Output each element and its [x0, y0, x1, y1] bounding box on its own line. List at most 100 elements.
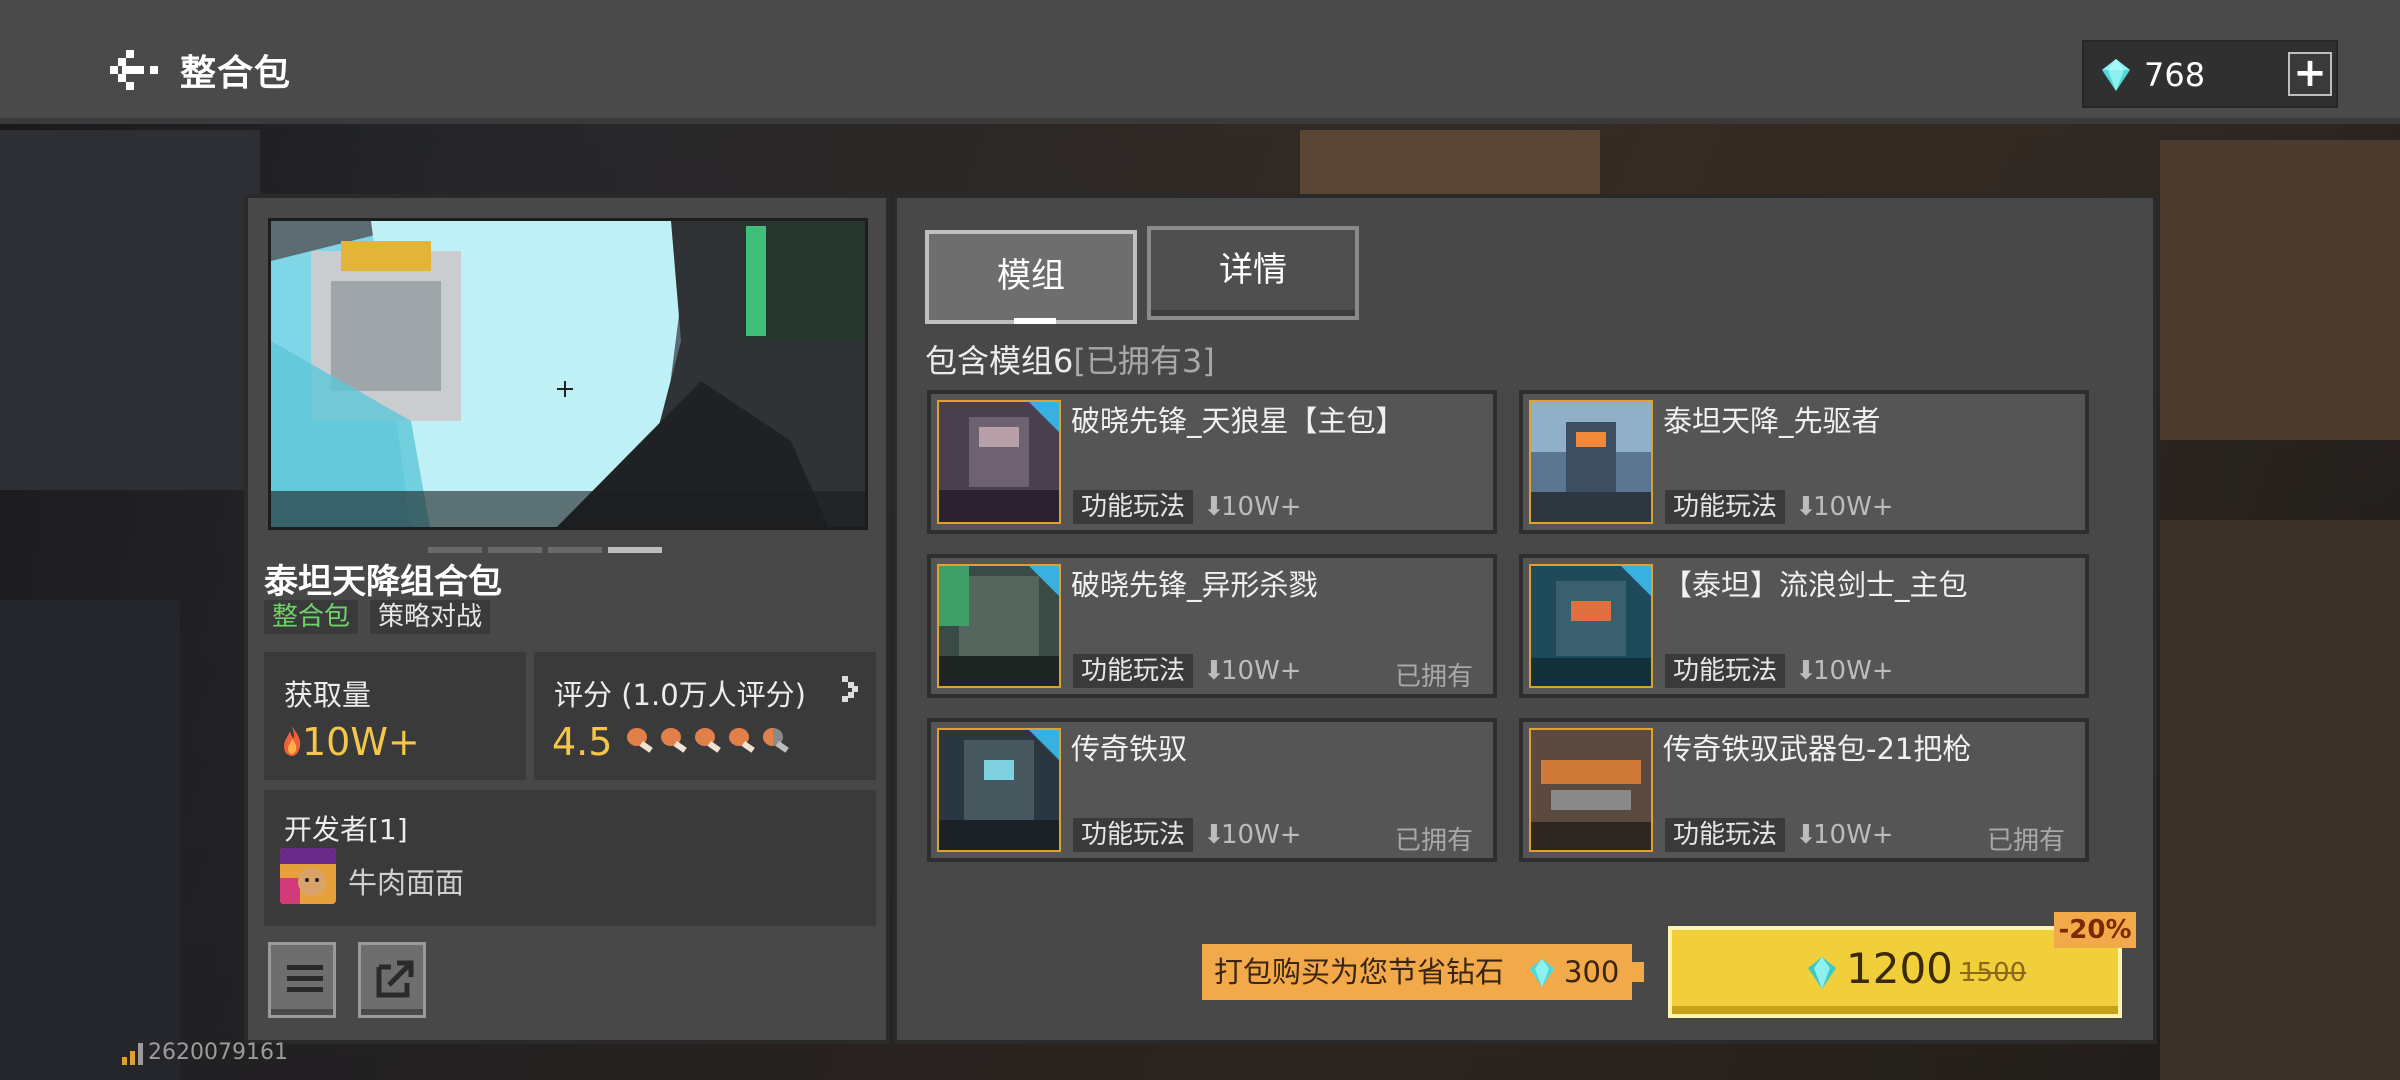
drumstick-icon	[626, 728, 653, 753]
mod-downloads-value: 10W+	[1813, 820, 1894, 850]
rating-stars	[625, 720, 795, 764]
developer-label: 开发者[1]	[284, 813, 408, 846]
mod-card[interactable]: 破晓先锋_异形杀戮 功能玩法 ⬇10W+ 已拥有	[927, 554, 1497, 698]
mod-card[interactable]: 泰坦天降_先驱者 功能玩法 ⬇10W+	[1519, 390, 2089, 534]
banner-notch	[1632, 962, 1644, 982]
mod-tag: 功能玩法	[1665, 490, 1786, 524]
preview-scene	[271, 221, 865, 527]
mod-thumbnail	[937, 728, 1061, 852]
mod-name: 破晓先锋_天狼星【主包】	[1071, 404, 1405, 438]
mod-tag: 功能玩法	[1665, 654, 1786, 688]
carousel-dot[interactable]	[548, 547, 602, 553]
rating-stat[interactable]: 评分 (1.0万人评分) 4.5	[534, 652, 876, 780]
signal-bars-icon	[122, 1043, 143, 1065]
download-icon: ⬇	[1795, 820, 1817, 850]
download-icon: ⬇	[1203, 656, 1225, 686]
developer-section[interactable]: 开发者[1] 牛肉面面	[264, 790, 876, 926]
pack-info-panel: 泰坦天降组合包 整合包 策略对战 获取量 10W+ 评分 (1.0万人评分) 4…	[244, 194, 890, 1044]
download-icon: ⬇	[1795, 656, 1817, 686]
pack-title: 泰坦天降组合包	[264, 562, 502, 602]
mod-card[interactable]: 破晓先锋_天狼星【主包】 功能玩法 ⬇10W+	[927, 390, 1497, 534]
downloads-number: 10W+	[302, 720, 420, 764]
drumstick-icon	[728, 728, 755, 753]
tab-mods-label: 模组	[997, 256, 1065, 296]
carousel-dot[interactable]	[488, 547, 542, 553]
drumstick-icon	[660, 728, 687, 753]
download-icon: ⬇	[1795, 492, 1817, 522]
carousel-dot[interactable]	[428, 547, 482, 553]
mod-tag: 功能玩法	[1665, 818, 1786, 852]
downloads-label: 获取量	[284, 678, 372, 712]
price-value: 1200	[1846, 944, 1953, 993]
share-button[interactable]	[358, 942, 426, 1018]
tab-mods[interactable]: 模组	[925, 230, 1137, 324]
download-icon: ⬇	[1203, 492, 1225, 522]
mod-card[interactable]: 【泰坦】流浪剑士_主包 功能玩法 ⬇10W+	[1519, 554, 2089, 698]
mod-owned-badge: 已拥有	[1986, 826, 2065, 856]
user-id-text: 2620079161	[148, 1040, 288, 1065]
mod-downloads: ⬇10W+	[1203, 656, 1302, 686]
contents-owned: [已拥有3]	[1073, 342, 1215, 380]
mod-name: 【泰坦】流浪剑士_主包	[1663, 568, 1968, 602]
drumstick-icon	[694, 728, 721, 753]
share-icon	[376, 960, 414, 998]
mod-downloads-value: 10W+	[1221, 820, 1302, 850]
diamond-icon	[1808, 957, 1836, 989]
developer-name: 牛肉面面	[348, 866, 465, 900]
mod-downloads-value: 10W+	[1221, 492, 1302, 522]
mod-downloads-value: 10W+	[1221, 656, 1302, 686]
mod-thumbnail	[937, 564, 1061, 688]
mod-downloads: ⬇10W+	[1795, 492, 1894, 522]
tab-details[interactable]: 详情	[1147, 226, 1359, 320]
diamond-wallet: 768 +	[2082, 40, 2338, 108]
mod-tag: 功能玩法	[1073, 490, 1194, 524]
tab-details-label: 详情	[1219, 250, 1287, 290]
savings-amount: 300	[1564, 955, 1620, 989]
diamond-icon	[2102, 59, 2130, 91]
menu-button[interactable]	[268, 942, 336, 1018]
mod-card[interactable]: 传奇铁驭 功能玩法 ⬇10W+ 已拥有	[927, 718, 1497, 862]
mod-owned-badge: 已拥有	[1394, 826, 1473, 856]
mod-thumbnail	[937, 400, 1061, 524]
mod-owned-badge: 已拥有	[1394, 662, 1473, 692]
chevron-right-icon	[842, 676, 858, 702]
download-icon: ⬇	[1203, 820, 1225, 850]
carousel-dot-active[interactable]	[608, 547, 662, 553]
back-arrow-icon[interactable]	[108, 48, 160, 92]
discount-badge: -20%	[2054, 912, 2136, 948]
diamond-amount: 768	[2144, 56, 2206, 94]
savings-text: 打包购买为您节省钻石	[1214, 955, 1505, 989]
add-diamonds-button[interactable]: +	[2288, 52, 2332, 96]
original-price: 1500	[1960, 958, 2027, 988]
fire-icon	[284, 726, 301, 756]
list-icon	[287, 965, 323, 992]
avatar-image	[280, 848, 336, 904]
rating-value: 4.5	[552, 720, 795, 764]
downloads-stat: 获取量 10W+	[264, 652, 526, 780]
mod-thumbnail	[1529, 728, 1653, 852]
diamond-icon	[1529, 959, 1555, 987]
mod-downloads: ⬇10W+	[1795, 820, 1894, 850]
mod-downloads-value: 10W+	[1813, 492, 1894, 522]
contents-label: 包含模组6	[925, 342, 1074, 380]
mod-downloads: ⬇10W+	[1203, 820, 1302, 850]
mod-tag: 功能玩法	[1073, 818, 1194, 852]
page-title: 整合包	[180, 53, 292, 94]
mod-downloads: ⬇10W+	[1795, 656, 1894, 686]
mod-downloads-value: 10W+	[1813, 656, 1894, 686]
tag-category: 整合包	[264, 600, 359, 634]
mod-tag: 功能玩法	[1073, 654, 1194, 688]
mod-thumbnail	[1529, 564, 1653, 688]
pack-preview-image[interactable]	[268, 218, 868, 530]
mod-thumbnail	[1529, 400, 1653, 524]
rating-number: 4.5	[552, 720, 613, 764]
drumstick-half-icon	[762, 728, 789, 753]
mod-name: 传奇铁驭武器包-21把枪	[1663, 732, 1972, 766]
mod-name: 传奇铁驭	[1071, 732, 1188, 766]
top-bar: 整合包 768 +	[0, 0, 2400, 124]
mod-name: 破晓先锋_异形杀戮	[1071, 568, 1318, 602]
developer-avatar[interactable]	[280, 848, 336, 904]
mod-card[interactable]: 传奇铁驭武器包-21把枪 功能玩法 ⬇10W+ 已拥有	[1519, 718, 2089, 862]
tag-genre: 策略对战	[370, 600, 491, 634]
rating-label: 评分 (1.0万人评分)	[554, 678, 806, 712]
